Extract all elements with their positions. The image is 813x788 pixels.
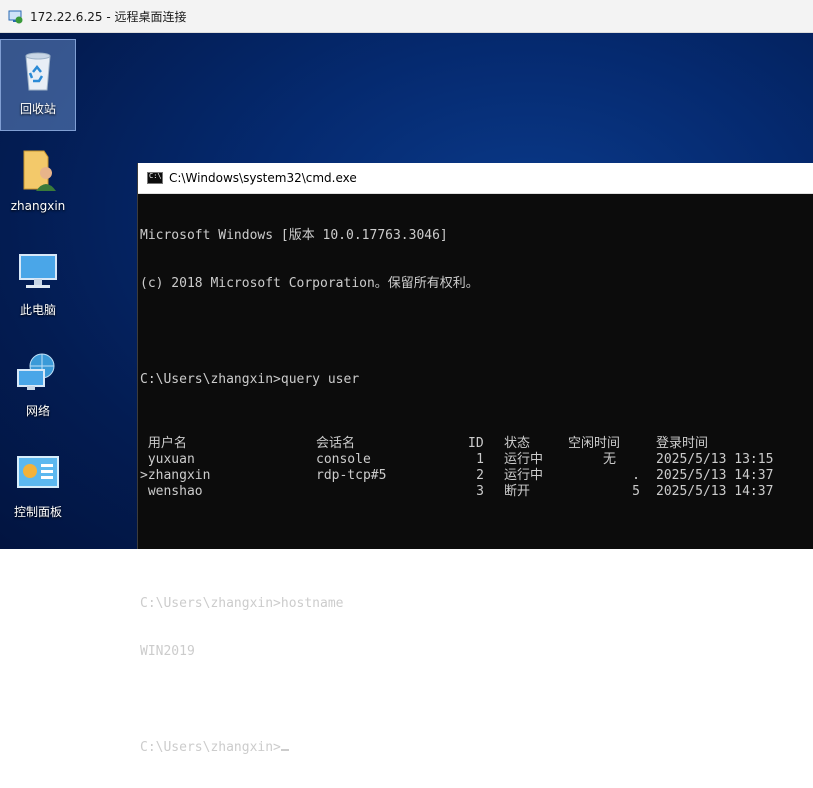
header-id: ID [468,436,484,451]
table-header-row: 用户名 会话名 ID 状态 空闲时间 登录时间 [140,436,773,452]
desktop-icon-label: 网络 [25,404,50,418]
desktop-icon-recycle-bin[interactable]: 回收站 [0,39,76,131]
header-logon: 登录时间 [656,436,709,451]
rdp-titlebar[interactable]: 172.22.6.25 - 远程桌面连接 [0,0,813,33]
console-line: (c) 2018 Microsoft Corporation。保留所有权利。 [140,276,479,291]
remote-desktop-icon [8,9,24,24]
cmd-window[interactable]: C:\Windows\system32\cmd.exe Microsoft Wi… [137,163,813,755]
cell-logon: 2025/5/13 13:15 [656,452,774,467]
cmd-window-title: C:\Windows\system32\cmd.exe [169,171,357,185]
text-cursor [280,749,289,751]
console-line: C:\Users\zhangxin>query user [140,372,360,387]
cell-state: 断开 [504,484,531,499]
cell-username: wenshao [140,484,203,499]
desktop-icon-label: 此电脑 [19,303,56,317]
cell-logon: 2025/5/13 14:37 [656,468,774,483]
query-user-table: 用户名 会话名 ID 状态 空闲时间 登录时间 yuxuan console 1… [140,436,773,500]
desktop-icon-network[interactable]: 网络 [0,342,76,434]
cell-idle: 无 [602,452,616,467]
recycle-bin-icon [14,46,62,94]
table-row: yuxuan console 1 运行中 无 2025/5/13 13:15 [140,452,774,468]
cmd-titlebar[interactable]: C:\Windows\system32\cmd.exe [138,163,813,194]
desktop-icon-label: 回收站 [19,102,56,116]
desktop-icon-this-pc[interactable]: 此电脑 [0,241,76,333]
cell-idle: . [632,468,640,483]
user-folder-icon [14,145,62,193]
rdp-window-title: 172.22.6.25 - 远程桌面连接 [30,9,187,24]
cell-logon: 2025/5/13 14:37 [656,484,774,499]
control-panel-icon [14,449,62,497]
console-line: Microsoft Windows [版本 10.0.17763.3046] [140,228,448,243]
cell-idle: 5 [632,484,640,499]
header-username: 用户名 [140,436,187,451]
desktop-icon-label: zhangxin [10,199,66,213]
computer-icon [14,247,62,295]
header-state: 状态 [504,436,531,451]
table-row: >zhangxin rdp-tcp#5 2 运行中 . 2025/5/13 14… [140,468,773,484]
header-idle: 空闲时间 [568,436,621,451]
cell-id: 2 [476,468,484,483]
console-prompt: C:\Users\zhangxin> [140,740,281,755]
cell-id: 3 [476,484,484,499]
cell-state: 运行中 [504,452,544,467]
cell-username: >zhangxin [140,468,211,483]
desktop-icon-control-panel[interactable]: 控制面板 [0,443,76,535]
cell-state: 运行中 [504,468,544,483]
desktop-icon-user-folder[interactable]: zhangxin [0,139,76,231]
cell-username: yuxuan [140,452,195,467]
network-icon [14,348,62,396]
header-session: 会话名 [316,436,356,451]
console-output[interactable]: Microsoft Windows [版本 10.0.17763.3046] (… [138,194,813,788]
cell-session: console [316,452,371,467]
cmd-icon [147,172,163,184]
table-row: wenshao 3 断开 5 2025/5/13 14:37 [140,484,774,500]
console-line: WIN2019 [140,644,195,659]
cell-session: rdp-tcp#5 [316,468,387,483]
cell-session [316,484,468,500]
console-line: C:\Users\zhangxin>hostname [140,596,344,611]
cell-id: 1 [476,452,484,467]
desktop-icon-label: 控制面板 [13,505,62,519]
console-prompt-line[interactable]: C:\Users\zhangxin> [140,740,813,756]
